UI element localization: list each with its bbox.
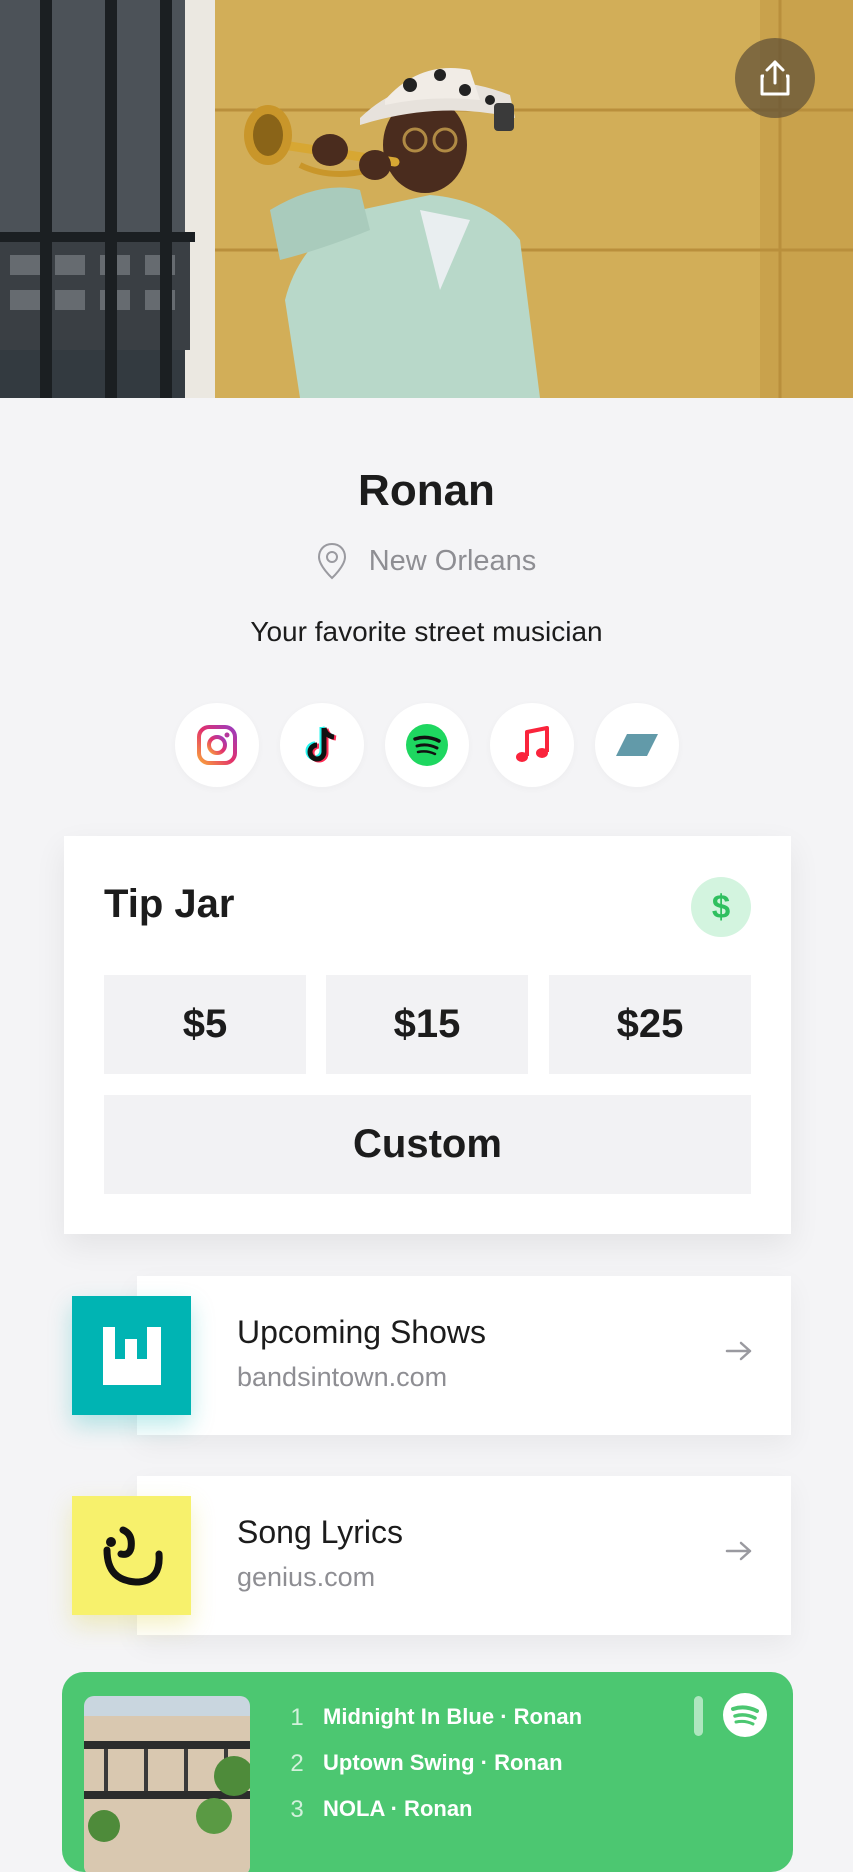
tip-jar-card: Tip Jar $ $5 $15 $25 Custom bbox=[64, 836, 791, 1234]
dollar-icon: $ bbox=[691, 877, 751, 937]
tip-jar-title: Tip Jar bbox=[104, 882, 235, 926]
link-song-lyrics[interactable]: Song Lyrics genius.com bbox=[137, 1476, 791, 1635]
location-text: New Orleans bbox=[368, 544, 537, 577]
tip-15-button[interactable]: $15 bbox=[326, 975, 528, 1074]
arrow-right-icon bbox=[725, 1541, 752, 1561]
spotify-player: 1 Midnight In Blue · Ronan 2 Uptown Swin… bbox=[62, 1672, 793, 1872]
track-row[interactable]: 2 Uptown Swing · Ronan bbox=[287, 1750, 563, 1778]
track-number: 1 bbox=[290, 1704, 304, 1731]
spotify-icon bbox=[405, 724, 448, 766]
hero-photo bbox=[0, 0, 853, 398]
link-upcoming-shows[interactable]: Upcoming Shows bandsintown.com bbox=[137, 1276, 791, 1435]
tip-custom-button[interactable]: Custom bbox=[104, 1095, 751, 1194]
instagram-icon bbox=[196, 725, 237, 765]
social-links bbox=[0, 703, 853, 787]
artist-name: Ronan bbox=[358, 466, 495, 515]
location: New Orleans bbox=[0, 542, 853, 580]
bandsintown-icon bbox=[72, 1296, 191, 1415]
social-tiktok[interactable] bbox=[279, 703, 364, 787]
location-pin-icon bbox=[317, 542, 346, 580]
share-button[interactable] bbox=[735, 38, 815, 118]
link-subtitle: genius.com bbox=[237, 1562, 376, 1592]
genius-icon bbox=[72, 1496, 191, 1615]
social-instagram[interactable] bbox=[174, 703, 259, 787]
track-number: 2 bbox=[290, 1750, 304, 1777]
track-number: 3 bbox=[290, 1796, 304, 1823]
social-spotify[interactable] bbox=[384, 703, 469, 787]
tip-5-button[interactable]: $5 bbox=[104, 975, 306, 1074]
link-title: Song Lyrics bbox=[237, 1514, 403, 1550]
arrow-right-icon bbox=[725, 1341, 752, 1361]
track-row[interactable]: 3 NOLA · Ronan bbox=[287, 1796, 473, 1824]
bio: Your favorite street musician bbox=[250, 616, 603, 647]
share-icon bbox=[760, 60, 790, 96]
track-title: NOLA · Ronan bbox=[323, 1796, 473, 1821]
track-row[interactable]: 1 Midnight In Blue · Ronan bbox=[287, 1704, 582, 1732]
tiktok-icon bbox=[305, 726, 336, 763]
bandcamp-icon bbox=[615, 734, 658, 756]
scrollbar[interactable] bbox=[694, 1696, 703, 1736]
apple-music-icon bbox=[515, 726, 549, 762]
social-apple-music[interactable] bbox=[489, 703, 574, 787]
link-title: Upcoming Shows bbox=[237, 1314, 486, 1350]
spotify-logo-icon[interactable] bbox=[722, 1692, 768, 1738]
social-bandcamp[interactable] bbox=[594, 703, 679, 787]
track-title: Midnight In Blue · Ronan bbox=[323, 1704, 583, 1729]
album-cover[interactable] bbox=[84, 1696, 250, 1872]
track-title: Uptown Swing · Ronan bbox=[323, 1750, 563, 1775]
tip-25-button[interactable]: $25 bbox=[549, 975, 751, 1074]
link-subtitle: bandsintown.com bbox=[237, 1362, 448, 1392]
